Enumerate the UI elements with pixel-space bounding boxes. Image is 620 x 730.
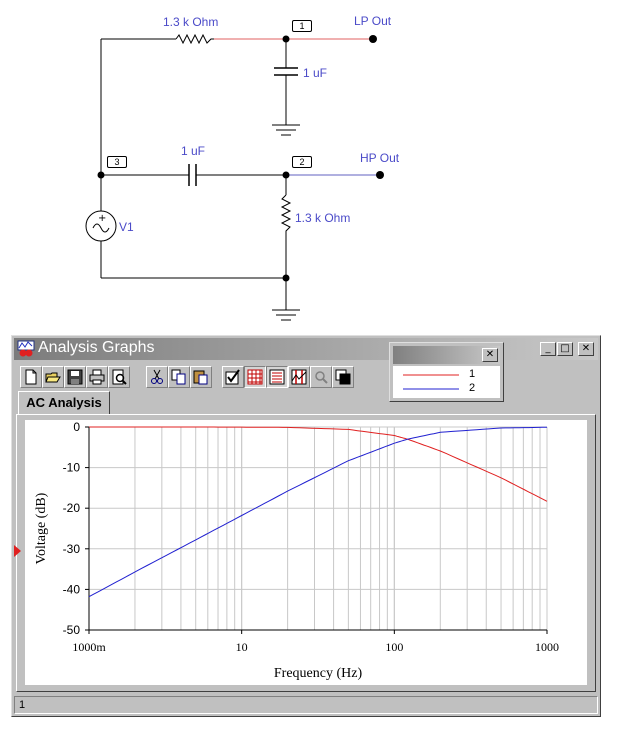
plot-area[interactable]: 0 -10 -20 -30 -40 -50 1000m 10 100 1000 Frequency … (25, 420, 587, 685)
legend-window: ✕ 1 2 (389, 342, 504, 402)
window-title: Analysis Graphs (38, 339, 155, 356)
legend-close-button[interactable]: ✕ (482, 348, 498, 362)
x-tick-label: 10 (236, 640, 248, 654)
legend-label-2: 2 (469, 382, 476, 394)
y-tick-label: -50 (63, 623, 81, 637)
y-tick-label: -40 (63, 582, 81, 596)
resistor-right (280, 194, 292, 234)
open-folder-icon[interactable] (42, 366, 64, 388)
y-tick-label: -10 (63, 461, 81, 475)
new-file-icon[interactable] (20, 366, 42, 388)
copy-icon[interactable] (168, 366, 190, 388)
y-tick-label: -30 (63, 542, 81, 556)
cut-scissors-icon[interactable] (146, 366, 168, 388)
x-tick-label: 1000m (72, 640, 106, 654)
series-line-2 (88, 426, 548, 598)
cursors-icon[interactable] (288, 366, 310, 388)
legend-body: 1 2 (393, 366, 500, 398)
junction-dot (282, 274, 290, 282)
y-tick-label: -20 (63, 501, 81, 515)
minimize-button[interactable]: _ (540, 342, 556, 356)
ac-analysis-chart[interactable]: 0 -10 -20 -30 -40 -50 1000m 10 100 1000 Frequency … (25, 420, 587, 685)
maximize-button[interactable]: □ (557, 342, 573, 356)
legend-swatches (403, 374, 459, 390)
source-label: V1 (119, 220, 134, 234)
x-tick-label: 1000 (535, 640, 559, 654)
grid-icon[interactable] (244, 366, 266, 388)
y-tick-label: 0 (73, 420, 80, 434)
save-disk-icon[interactable] (64, 366, 86, 388)
analysis-graphs-window: Analysis Graphs _ □ ✕ AC Analysis 0 -10 … (11, 335, 601, 717)
title-bar[interactable]: Analysis Graphs _ □ ✕ (14, 338, 598, 360)
legend-label-1: 1 (469, 368, 476, 380)
legend-title-bar[interactable]: ✕ (393, 346, 500, 364)
x-tick-label: 100 (385, 640, 403, 654)
graph-panel: 0 -10 -20 -30 -40 -50 1000m 10 100 1000 Frequency … (14, 414, 596, 692)
node-tag-1: 1 (292, 20, 312, 32)
app-icon (17, 340, 35, 357)
lp-out-label: LP Out (354, 14, 392, 28)
series-line-1 (89, 426, 548, 502)
print-preview-icon[interactable] (108, 366, 130, 388)
capacitor-mid-label: 1 uF (181, 144, 206, 158)
node-tag-2: 2 (292, 156, 312, 168)
hp-out-terminal[interactable] (376, 171, 384, 179)
svg-text:+: + (98, 213, 106, 224)
tab-ac-analysis[interactable]: AC Analysis (18, 391, 110, 415)
restore-graph-icon[interactable] (332, 366, 354, 388)
capacitor-top-label: 1 uF (303, 66, 328, 80)
junction-dot (97, 171, 105, 179)
paste-icon[interactable] (190, 366, 212, 388)
print-icon[interactable] (86, 366, 108, 388)
selected-graph-marker (14, 545, 21, 557)
lp-out-terminal[interactable] (369, 35, 377, 43)
x-axis-label: Frequency (Hz) (274, 666, 363, 681)
legend-list-icon[interactable] (266, 366, 288, 388)
resistor-top-label: 1.3 k Ohm (163, 15, 219, 29)
close-button[interactable]: ✕ (578, 342, 594, 356)
zoom-icon[interactable] (310, 366, 332, 388)
resistor-top (175, 33, 214, 45)
y-axis-label: Voltage (dB) (34, 492, 49, 564)
hp-out-label: HP Out (360, 151, 400, 165)
status-bar: 1 (14, 696, 598, 714)
node-tag-3: 3 (107, 156, 127, 168)
properties-check-icon[interactable] (222, 366, 244, 388)
resistor-right-label: 1.3 k Ohm (295, 211, 351, 225)
